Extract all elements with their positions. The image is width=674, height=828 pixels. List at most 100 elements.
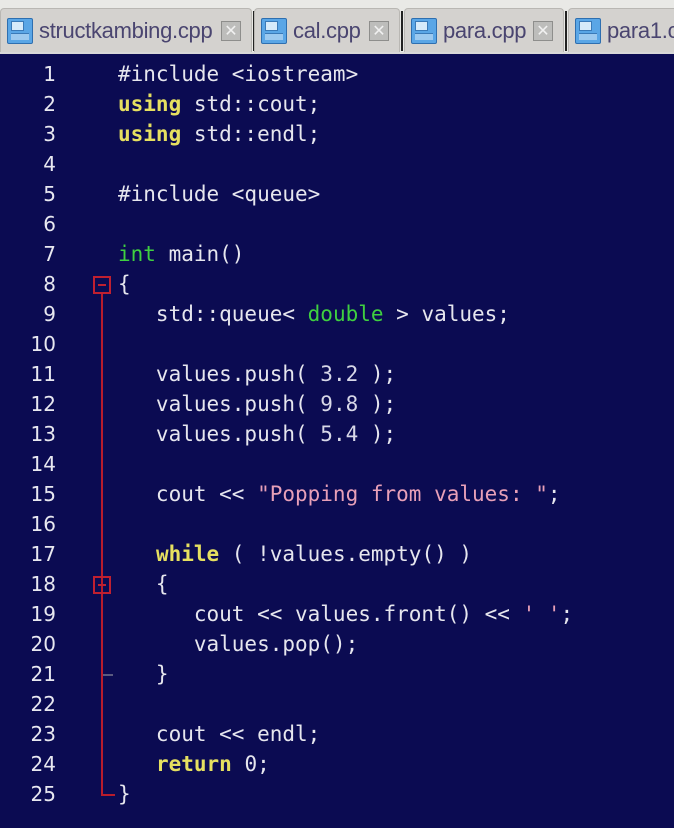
code-text: #include <queue> <box>118 179 320 209</box>
token: cout << values.front() << <box>118 602 523 626</box>
code-text: using std::cout; <box>118 89 320 119</box>
token: #include <queue> <box>118 182 321 206</box>
code-text: int main() <box>118 239 244 269</box>
token: ; <box>560 602 574 626</box>
close-icon[interactable]: ✕ <box>221 21 241 41</box>
tab-label: para1.c <box>607 17 674 43</box>
code-text: { <box>118 569 169 599</box>
line-number: 3 <box>43 122 56 146</box>
code-line[interactable]: 7 int main() <box>0 239 674 269</box>
fold-guide-line <box>101 294 103 796</box>
line-number: 15 <box>30 482 56 506</box>
code-text: cout << "Popping from values: "; <box>118 479 561 509</box>
line-number: 14 <box>30 452 56 476</box>
tab-separator <box>565 11 567 51</box>
file-icon <box>7 17 33 44</box>
file-icon <box>575 17 601 44</box>
line-number: 5 <box>43 182 56 206</box>
token: #include <iostream> <box>118 62 359 86</box>
code-line[interactable]: 3 using std::endl; <box>0 119 674 149</box>
line-number: 25 <box>30 782 56 806</box>
token: std::endl; <box>181 122 321 146</box>
token: std::cout; <box>181 92 321 116</box>
tab-para[interactable]: para.cpp ✕ <box>404 8 567 52</box>
code-text: #include <iostream> <box>118 59 358 89</box>
code-line[interactable]: 4 <box>0 149 674 179</box>
token-str: "Popping from values: " <box>257 482 548 506</box>
line-number: 19 <box>30 602 56 626</box>
tab-label: para.cpp <box>443 17 527 43</box>
token: { <box>118 272 131 296</box>
code-text: cout << endl; <box>118 719 320 749</box>
code-text: using std::endl; <box>118 119 320 149</box>
tab-bar: structkambing.cpp ✕ cal.cpp ✕ para.cpp ✕… <box>0 0 674 54</box>
close-icon[interactable]: ✕ <box>533 21 553 41</box>
token-num: 5.4 <box>320 422 359 446</box>
fold-end-marker <box>103 674 113 676</box>
line-number: 16 <box>30 512 56 536</box>
token: { <box>118 572 169 596</box>
line-number: 11 <box>30 362 56 386</box>
token: ; <box>547 482 561 506</box>
code-text: return 0; <box>118 749 270 779</box>
line-number: 2 <box>43 92 56 116</box>
line-number: 22 <box>30 692 56 716</box>
code-text: } <box>118 659 169 689</box>
line-number: 23 <box>30 722 56 746</box>
token: } <box>118 782 131 806</box>
tab-label: structkambing.cpp <box>39 17 213 43</box>
line-number: 7 <box>43 242 56 266</box>
token: main() <box>155 242 245 266</box>
code-text: { <box>118 269 131 299</box>
code-text: values.push( 3.2 ); <box>118 359 396 389</box>
line-number: 1 <box>43 62 56 86</box>
code-line[interactable]: 6 <box>0 209 674 239</box>
code-text: values.pop(); <box>118 629 358 659</box>
file-icon <box>411 17 437 44</box>
line-number: 8 <box>43 272 56 296</box>
tab-structkambing[interactable]: structkambing.cpp ✕ <box>0 8 255 52</box>
code-text: while ( !values.empty() ) <box>118 539 472 569</box>
code-editor[interactable]: 25} 24 return 0; 23 cout << endl; 22 21 } 20 … <box>0 56 674 828</box>
token: values.push( <box>118 422 321 446</box>
token-str: ' ' <box>522 602 561 626</box>
token-kw-green: int <box>118 242 156 266</box>
line-number: 21 <box>30 662 56 686</box>
code-line[interactable]: 1 #include <iostream> <box>0 59 674 89</box>
token-kw-yellow: while <box>155 542 220 566</box>
token: ); <box>358 392 397 416</box>
line-number: 6 <box>43 212 56 236</box>
token: values.pop(); <box>118 632 359 656</box>
code-text: cout << values.front() << ' '; <box>118 599 573 629</box>
tab-cal[interactable]: cal.cpp ✕ <box>254 8 403 52</box>
line-number: 20 <box>30 632 56 656</box>
token-num: 3.2 <box>320 362 359 386</box>
token-kw-yellow: using <box>118 122 182 146</box>
code-line[interactable]: 5 #include <queue> <box>0 179 674 209</box>
file-icon <box>261 17 287 44</box>
token-kw-yellow: return <box>155 752 232 776</box>
token: ); <box>358 362 397 386</box>
close-icon[interactable]: ✕ <box>369 21 389 41</box>
line-number: 17 <box>30 542 56 566</box>
token: > values; <box>383 302 510 326</box>
tab-label: cal.cpp <box>293 17 361 43</box>
tab-para1[interactable]: para1.c <box>568 8 674 52</box>
code-line[interactable]: 2 using std::cout; <box>0 89 674 119</box>
token: cout << <box>118 482 258 506</box>
code-text: } <box>118 779 131 809</box>
fold-collapse-icon[interactable] <box>93 276 111 294</box>
fold-collapse-icon[interactable] <box>93 576 111 594</box>
code-text: values.push( 5.4 ); <box>118 419 396 449</box>
token: } <box>118 662 169 686</box>
token: values.push( <box>118 362 321 386</box>
token: values.push( <box>118 392 321 416</box>
code-text: values.push( 9.8 ); <box>118 389 396 419</box>
tab-separator <box>401 11 403 51</box>
token: ); <box>358 422 397 446</box>
token: ( !values.empty() ) <box>219 542 473 566</box>
line-number: 9 <box>43 302 56 326</box>
token-num: 9.8 <box>320 392 359 416</box>
